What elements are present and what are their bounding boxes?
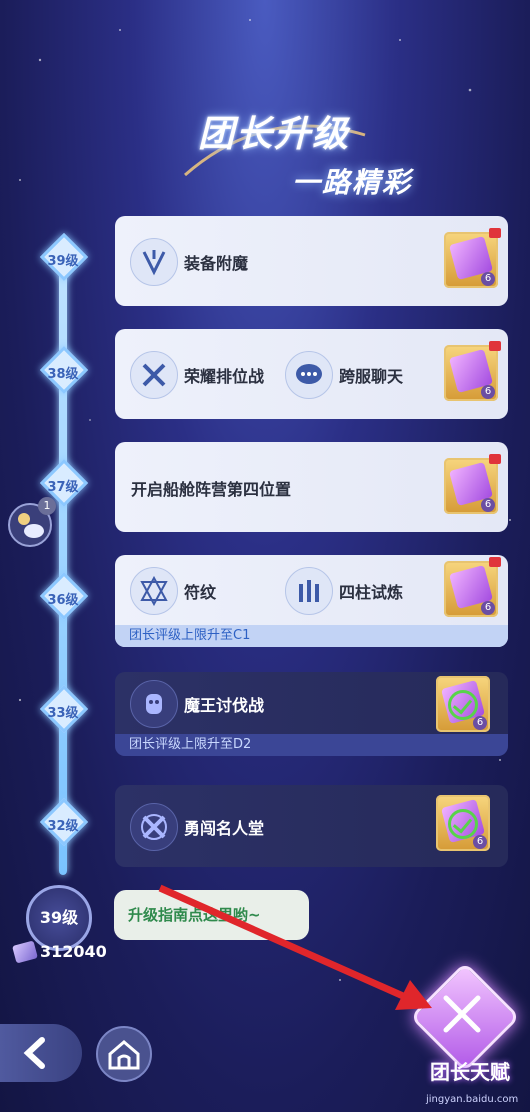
- home-button[interactable]: [96, 1026, 152, 1082]
- ranked-battle-icon: [130, 351, 178, 399]
- level-node: 33级: [37, 684, 89, 734]
- rune-icon: [130, 567, 178, 615]
- check-icon: [448, 690, 478, 720]
- gift-icon: [489, 557, 501, 567]
- feature-item[interactable]: 荣耀排位战: [130, 351, 264, 399]
- page-title: 团长升级 一路精彩: [0, 95, 530, 205]
- feature-item[interactable]: 符纹: [130, 567, 216, 615]
- reward-chest[interactable]: 6: [444, 341, 501, 401]
- chat-button[interactable]: 1: [8, 497, 56, 547]
- demon-king-icon: [130, 680, 178, 728]
- enchant-icon: [130, 238, 178, 286]
- exp-display: 312040: [12, 939, 107, 964]
- reward-chest[interactable]: 6: [444, 454, 501, 514]
- level-card-36[interactable]: 符纹 四柱试炼 6 团长评级上限升至C1: [115, 555, 508, 647]
- level-card-32[interactable]: 勇闯名人堂 6: [115, 785, 508, 867]
- level-card-39[interactable]: 装备附魔 6: [115, 216, 508, 306]
- feature-item[interactable]: 开启船舱阵营第四位置: [131, 476, 291, 500]
- feature-item[interactable]: 勇闯名人堂: [130, 803, 264, 851]
- level-card-37[interactable]: 开启船舱阵营第四位置 6: [115, 442, 508, 532]
- rating-cap-note: 团长评级上限升至C1: [115, 625, 508, 647]
- back-arrow-icon: [23, 1037, 45, 1069]
- reward-chest[interactable]: 6: [444, 557, 501, 617]
- home-icon: [108, 1040, 140, 1070]
- level-node: 32级: [37, 797, 89, 847]
- feature-item[interactable]: 装备附魔: [130, 238, 248, 286]
- pillar-trial-icon: [285, 567, 333, 615]
- gift-icon: [489, 341, 501, 351]
- watermark: jingyan.baidu.com: [426, 1094, 519, 1105]
- rating-cap-note: 团长评级上限升至D2: [115, 734, 508, 756]
- reward-chest-claimed: 6: [436, 676, 490, 732]
- crossed-swords-icon: [443, 995, 481, 1033]
- gift-icon: [489, 454, 501, 464]
- level-card-38[interactable]: 荣耀排位战 跨服聊天 6: [115, 329, 508, 419]
- reward-chest-claimed: 6: [436, 795, 490, 851]
- level-node: 39级: [37, 232, 89, 282]
- feature-item[interactable]: 跨服聊天: [285, 351, 403, 399]
- title-line2: 一路精彩: [292, 166, 413, 199]
- exp-gem-icon: [12, 939, 38, 964]
- upgrade-guide-tip[interactable]: 升级指南点这里哟~: [114, 890, 309, 940]
- feature-item[interactable]: 魔王讨伐战: [130, 680, 264, 728]
- feature-item[interactable]: 四柱试炼: [285, 567, 403, 615]
- hall-of-fame-icon: [130, 803, 178, 851]
- reward-chest[interactable]: 6: [444, 228, 501, 288]
- level-node: 38级: [37, 345, 89, 395]
- back-button[interactable]: [0, 1024, 82, 1082]
- check-icon: [448, 809, 478, 839]
- talent-button[interactable]: 团长天赋: [409, 961, 522, 1090]
- level-card-33[interactable]: 魔王讨伐战 6 团长评级上限升至D2: [115, 672, 508, 756]
- title-line1: 团长升级: [198, 114, 351, 155]
- chat-badge: 1: [38, 497, 56, 515]
- level-node: 36级: [37, 571, 89, 621]
- gift-icon: [489, 228, 501, 238]
- chat-bubble-icon: [285, 351, 333, 399]
